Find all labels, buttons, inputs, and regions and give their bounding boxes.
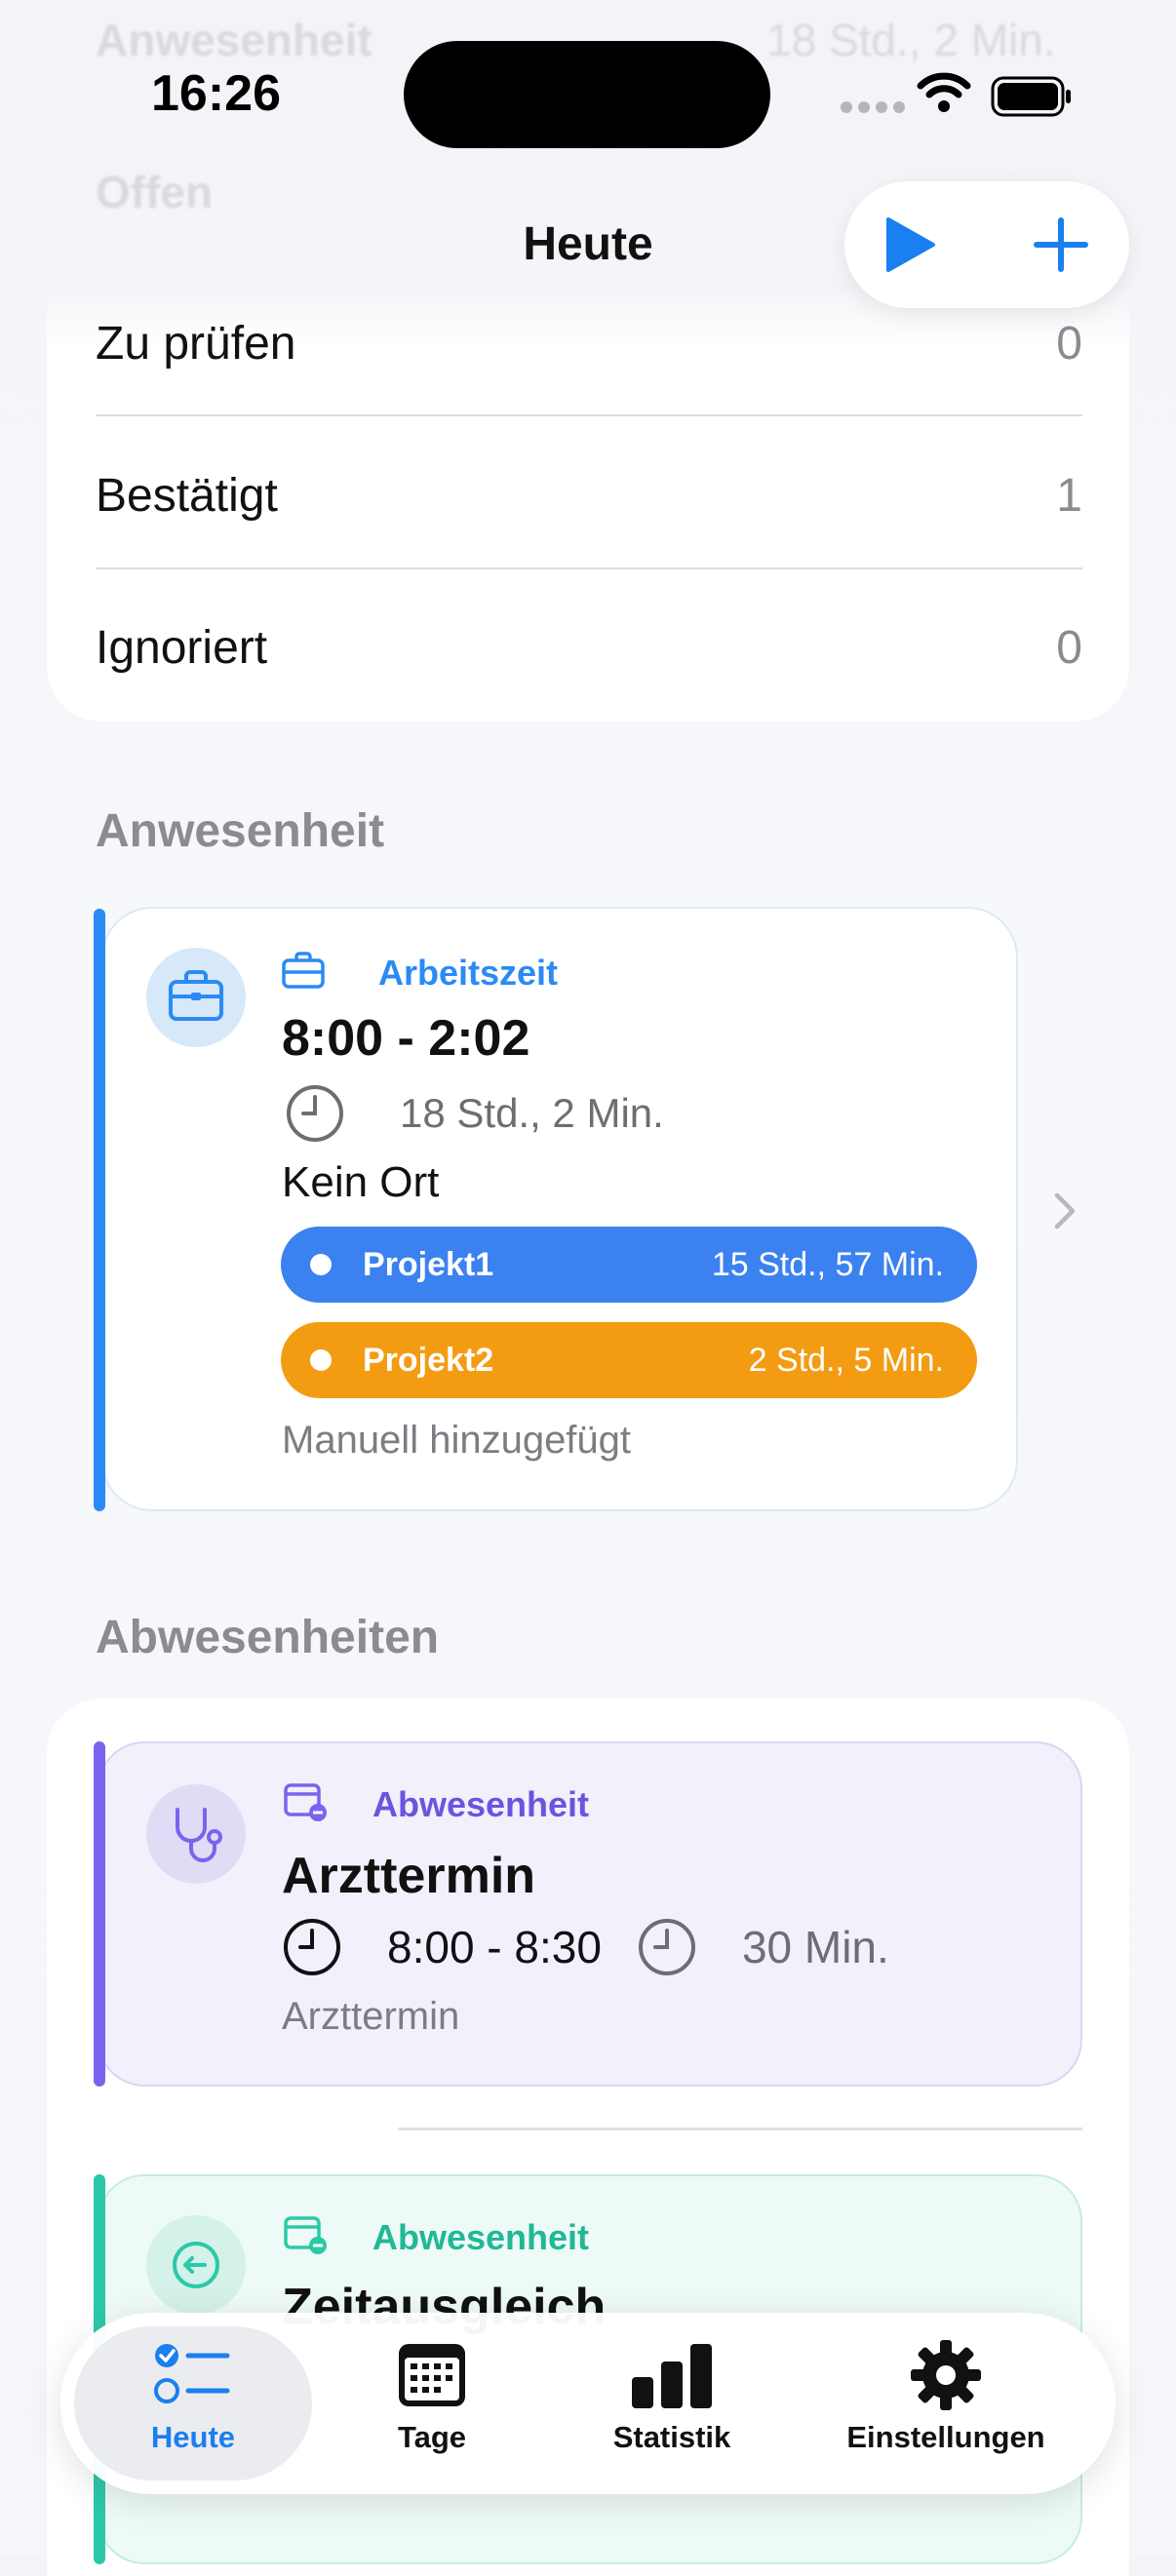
summary-label: Ignoriert — [96, 621, 268, 674]
ghost-row-label: Anwesenheit — [96, 15, 372, 65]
play-button[interactable] — [882, 215, 937, 274]
tab-label: Statistik — [612, 2420, 731, 2454]
stethoscope-icon-badge — [146, 1784, 246, 1884]
project-duration: 15 Std., 57 Min. — [711, 1245, 944, 1283]
project-dot — [310, 1349, 332, 1371]
project-chip-1[interactable]: Projekt1 15 Std., 57 Min. — [281, 1227, 977, 1303]
tab-heute[interactable]: Heute — [76, 2338, 310, 2455]
chevron-right-icon[interactable] — [1049, 1191, 1078, 1230]
dynamic-island — [404, 41, 770, 148]
attendance-time-range: 8:00 - 2:02 — [282, 1010, 530, 1067]
summary-value: 0 — [1056, 621, 1082, 674]
gear-icon — [911, 2340, 981, 2410]
divider — [96, 414, 1082, 416]
summary-value: 0 — [1056, 317, 1082, 370]
absence-times: 8:00 - 8:30 30 Min. — [282, 1917, 889, 1977]
briefcase-icon-badge — [146, 948, 246, 1047]
calendar-minus-icon — [284, 1783, 327, 1821]
tab-einstellungen[interactable]: Einstellungen — [829, 2338, 1063, 2455]
section-title-absences: Abwesenheiten — [96, 1612, 440, 1663]
calendar-minus-icon — [284, 2216, 327, 2254]
absence-time-range: 8:00 - 8:30 — [387, 1922, 602, 1972]
clock-icon — [287, 1085, 343, 1142]
attendance-accent-bar — [94, 909, 105, 1511]
summary-row-ignored[interactable]: Ignoriert 0 — [96, 571, 1082, 723]
project-dot — [310, 1254, 332, 1275]
tab-label: Einstellungen — [846, 2420, 1045, 2454]
divider — [398, 2127, 1082, 2130]
tab-label: Heute — [150, 2420, 236, 2454]
checklist-icon — [154, 2344, 230, 2403]
absence-duration: 30 Min. — [741, 1922, 889, 1972]
project-name: Projekt1 — [363, 1245, 494, 1283]
calendar-icon — [399, 2344, 465, 2406]
briefcase-icon — [169, 970, 223, 1021]
project-chip-2[interactable]: Projekt2 2 Std., 5 Min. — [281, 1322, 977, 1398]
attendance-type-label: Arbeitszeit — [378, 953, 559, 993]
summary-label: Zu prüfen — [96, 317, 296, 370]
briefcase-small-icon — [282, 952, 325, 989]
ghost-row-label-2: Offen — [96, 167, 214, 217]
attendance-place: Kein Ort — [282, 1158, 440, 1206]
absence-subtitle: Arzttermin — [282, 1995, 460, 2038]
add-button[interactable] — [1032, 215, 1090, 274]
clock-icon — [638, 1919, 695, 1975]
battery-icon — [991, 76, 1071, 117]
ghost-row-value: 18 Std., 2 Min. — [766, 15, 1056, 65]
tab-tage[interactable]: Tage — [315, 2338, 549, 2455]
summary-label: Bestätigt — [96, 469, 278, 522]
bar-chart-icon — [632, 2344, 712, 2408]
tab-label: Tage — [397, 2420, 467, 2454]
summary-row-confirmed[interactable]: Bestätigt 1 — [96, 419, 1082, 571]
absence-title: Arzttermin — [282, 1848, 536, 1904]
wifi-icon — [917, 72, 971, 112]
absence-accent-bar — [94, 1741, 105, 2087]
absence-type-label: Abwesenheit — [372, 1784, 590, 1824]
absence-type-label: Abwesenheit — [372, 2217, 590, 2257]
time-return-icon — [173, 2242, 219, 2288]
project-duration: 2 Std., 5 Min. — [748, 1341, 944, 1379]
project-name: Projekt2 — [363, 1341, 494, 1379]
time-return-icon-badge — [146, 2215, 246, 2315]
cellular-signal-icon — [841, 101, 905, 113]
attendance-note: Manuell hinzugefügt — [282, 1419, 632, 1462]
status-time: 16:26 — [151, 65, 281, 122]
divider — [96, 567, 1082, 569]
section-title-attendance: Anwesenheit — [96, 805, 385, 857]
summary-value: 1 — [1056, 469, 1082, 522]
attendance-duration: 18 Std., 2 Min. — [400, 1090, 664, 1136]
clock-icon — [284, 1919, 340, 1975]
stethoscope-icon — [176, 1808, 222, 1862]
tab-statistik[interactable]: Statistik — [555, 2338, 789, 2455]
